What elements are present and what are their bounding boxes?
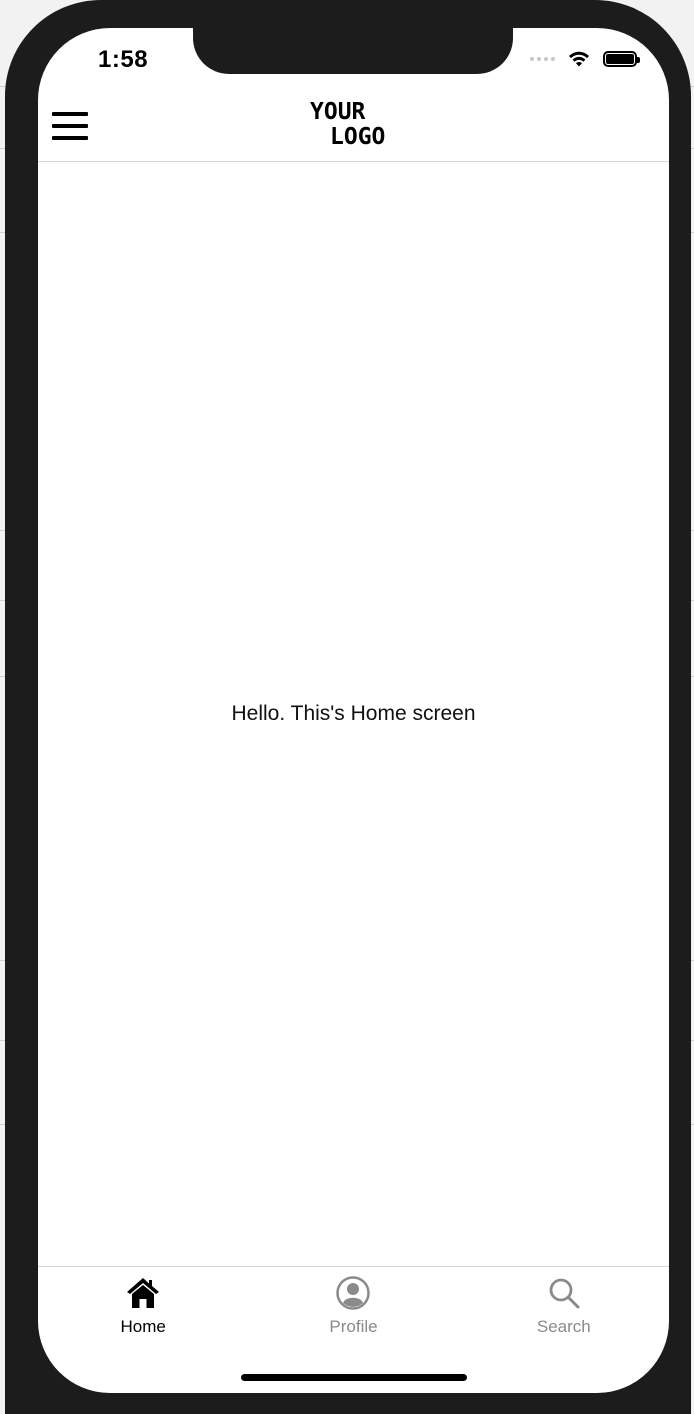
home-message: Hello. This's Home screen [231,702,476,725]
home-icon [127,1278,160,1308]
app-header: YOUR LOGO [38,96,669,162]
status-icons [530,50,640,68]
menu-button[interactable] [52,112,88,140]
cellular-signal-icon [530,57,555,61]
notch [193,28,513,74]
hamburger-icon [52,112,88,116]
tab-search[interactable]: Search [459,1267,669,1357]
tab-search-label: Search [536,1317,591,1336]
bottom-tab-bar: Home Profile Search [38,1266,669,1357]
phone-frame: 1:58 YOUR LOGO Hello. This's Home screen… [5,0,691,1414]
logo: YOUR LOGO [310,100,385,150]
tab-profile[interactable]: Profile [248,1267,458,1357]
tab-profile-label: Profile [329,1317,378,1336]
tab-home[interactable]: Home [38,1267,248,1357]
profile-icon [336,1276,371,1310]
logo-line-2: LOGO [330,124,386,150]
battery-icon [603,51,640,67]
wifi-icon [569,51,589,67]
home-indicator [241,1374,467,1381]
search-icon [549,1278,580,1309]
logo-line-1: YOUR [310,99,366,125]
tab-home-label: Home [120,1317,166,1336]
home-content: Hello. This's Home screen [38,162,669,1266]
status-time: 1:58 [98,46,149,73]
phone-screen: 1:58 YOUR LOGO Hello. This's Home screen… [38,28,669,1393]
